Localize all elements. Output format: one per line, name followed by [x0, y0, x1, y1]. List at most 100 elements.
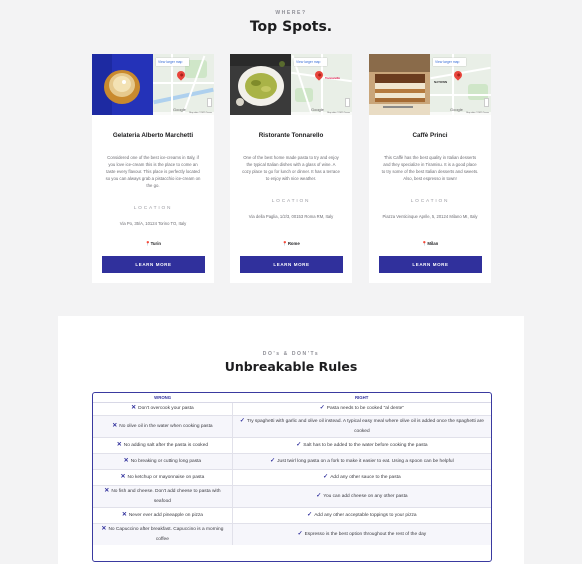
rule-right-text: Just twirl long pasta on a fork to make … [277, 458, 454, 464]
table-row: ✕ No Capuccino after breakfast. Capuccino… [93, 522, 491, 545]
table-row: ✕ No olive oil in the water when cooking … [93, 414, 491, 437]
location-label: LOCATION [133, 206, 173, 211]
rule-wrong-text: No ketchup or mayonnaise on pasta [127, 474, 205, 480]
card-title: Ristorante Tonnarello [258, 132, 324, 139]
check-icon: ✓ [323, 473, 329, 480]
x-mark-icon: ✕ [104, 487, 110, 494]
rule-right-cell: ✓ Add any other acceptable toppings to yo… [232, 506, 491, 523]
card-description: This Caffè has the best quality in Itali… [381, 155, 479, 181]
card-media: View larger map NATOWN Google Map data ©… [369, 54, 491, 115]
card-media: View larger map Tonnarello Google Map da… [230, 54, 352, 115]
card-media: View larger map Google Map data ©2025 Te… [92, 54, 214, 115]
learn-more-button[interactable]: LEARN MORE [240, 256, 343, 273]
rule-right-cell: ✓ Add any other sauce to the pasta [232, 468, 491, 485]
rules-title: Unbreakable Rules [224, 359, 358, 374]
card-address: Via della Paglia, 1/2/3, 00153 Roma RM, … [248, 214, 334, 219]
map-footer: Map data ©2025 Terms [153, 112, 214, 115]
view-larger-map-link[interactable]: View larger map [294, 58, 327, 66]
pasta-photo [230, 54, 291, 115]
rule-wrong-text: No Capuccino after breakfast. Capuccino … [108, 526, 224, 542]
check-icon: ✓ [307, 511, 313, 518]
x-mark-icon: ✕ [121, 511, 127, 518]
x-mark-icon: ✕ [120, 473, 126, 480]
table-row: ✕ No ketchup or mayonnaise on pasta ✓ Add a… [93, 468, 491, 485]
check-icon: ✓ [239, 417, 245, 424]
column-header-right: RIGHT [232, 393, 491, 403]
location-label: LOCATION [271, 199, 311, 204]
check-icon: ✓ [316, 492, 322, 499]
check-icon: ✓ [270, 457, 276, 464]
card-description: Considered one of the best ice-creams in… [105, 155, 201, 188]
table-row: ✕ Don't overcook your pasta ✓ Pasta needs t… [93, 401, 491, 415]
rule-wrong-text: No olive oil in the water when cooking p… [119, 423, 213, 429]
check-icon: ✓ [296, 441, 302, 448]
rule-wrong-cell: ✕ No adding salt after the pasta is cooke… [93, 436, 233, 453]
map-embed[interactable]: View larger map Tonnarello Google Map da… [291, 54, 352, 115]
rule-right-cell: ✓ Salt has to be added to the water befor… [232, 436, 491, 453]
top-spots-eyebrow: WHERE? [275, 10, 307, 16]
rule-right-cell: ✓ Pasta needs to be cooked "al dente" [232, 401, 491, 415]
x-mark-icon: ✕ [123, 457, 129, 464]
card-city-label: Turin [150, 241, 162, 246]
map-zoom-control[interactable] [345, 98, 350, 107]
rule-wrong-text: Never ever add pineapple on pizza [128, 512, 203, 518]
card-city: 📍Rome [230, 241, 352, 247]
rule-right-cell: ✓ Just twirl long pasta on a fork to make… [232, 452, 491, 469]
rule-right-text: Add any other acceptable toppings to you… [314, 512, 417, 518]
table-row: ✕ Never ever add pineapple on pizza ✓ Add a… [93, 506, 491, 523]
rule-right-text: Espresso is the best option throughout t… [304, 531, 427, 537]
card-city-label: Milan [427, 241, 439, 246]
rule-wrong-cell: ✕ No breaking or cutting long pasta [93, 452, 233, 469]
map-zoom-control[interactable] [484, 98, 489, 107]
card-address: Piazza Venticinque Aprile, 5, 20124 Mila… [382, 214, 478, 219]
view-larger-map-link[interactable]: View larger map [433, 58, 466, 66]
map-embed[interactable]: View larger map NATOWN Google Map data ©… [430, 54, 491, 115]
card-city-label: Rome [287, 241, 300, 246]
check-icon: ✓ [297, 530, 303, 537]
rule-right-text: Try spaghetti with garlic and olive oil … [246, 418, 484, 434]
spot-card-milan: View larger map NATOWN Google Map data ©… [369, 54, 491, 283]
learn-more-button[interactable]: LEARN MORE [102, 256, 205, 273]
top-spots-title: Top Spots. [249, 19, 333, 35]
map-footer: Map data ©2025 Terms [430, 112, 491, 115]
rule-wrong-text: Don't overcook your pasta [138, 406, 194, 411]
tiramisu-photo [369, 54, 430, 115]
gelato-photo [92, 54, 153, 115]
rules-eyebrow: DO's & DON'Ts [262, 351, 320, 357]
check-icon: ✓ [319, 405, 325, 411]
view-larger-map-link[interactable]: View larger map [156, 58, 189, 66]
rule-right-cell: ✓ You can add cheese on any other pasta [232, 484, 491, 507]
rule-wrong-cell: ✕ No ketchup or mayonnaise on pasta [93, 468, 233, 485]
rule-wrong-cell: ✕ Never ever add pineapple on pizza [93, 506, 233, 523]
table-row: ✕ No adding salt after the pasta is cooke… [93, 436, 491, 453]
x-mark-icon: ✕ [131, 405, 137, 411]
map-zoom-control[interactable] [207, 98, 212, 107]
table-row: ✕ No fish and cheese. Don't add cheese to… [93, 484, 491, 507]
x-mark-icon: ✕ [101, 525, 107, 532]
card-title: Gelateria Alberto Marchetti [112, 132, 194, 139]
table-row: ✕ No breaking or cutting long pasta ✓ Just … [93, 452, 491, 469]
map-embed[interactable]: View larger map Google Map data ©2025 Te… [153, 54, 214, 115]
card-title: Caffè Princi [412, 132, 448, 139]
rule-wrong-text: No breaking or cutting long pasta [130, 458, 202, 464]
card-city: 📍Milan [369, 241, 491, 247]
rule-right-cell: ✓ Try spaghetti with garlic and olive oil… [232, 414, 491, 437]
rule-wrong-cell: ✕ Don't overcook your pasta [93, 401, 233, 415]
spot-card-turin: View larger map Google Map data ©2025 Te… [92, 54, 214, 283]
card-description: One of the best home made pasta to try a… [242, 155, 340, 181]
rule-wrong-text: No adding salt after the pasta is cooked [123, 442, 209, 448]
map-place-label: NATOWN [434, 80, 448, 84]
rule-right-cell: ✓ Espresso is the best option throughout … [232, 522, 491, 545]
x-mark-icon: ✕ [112, 422, 118, 429]
rule-right-text: Add any other sauce to the pasta [330, 474, 401, 480]
map-place-label: Tonnarello [325, 76, 341, 80]
rule-right-text: Pasta needs to be cooked "al dente" [326, 406, 405, 411]
rule-wrong-cell: ✕ No olive oil in the water when cooking … [93, 414, 233, 437]
card-city: 📍Turin [92, 241, 214, 247]
column-header-wrong: WRONG [93, 393, 233, 403]
card-address: Via Po, 35/A, 10124 Torino TO, Italy [119, 221, 187, 226]
spot-card-rome: View larger map Tonnarello Google Map da… [230, 54, 352, 283]
rule-right-text: You can add cheese on any other pasta [323, 493, 408, 499]
learn-more-button[interactable]: LEARN MORE [379, 256, 482, 273]
map-footer: Map data ©2025 Terms [291, 112, 352, 115]
